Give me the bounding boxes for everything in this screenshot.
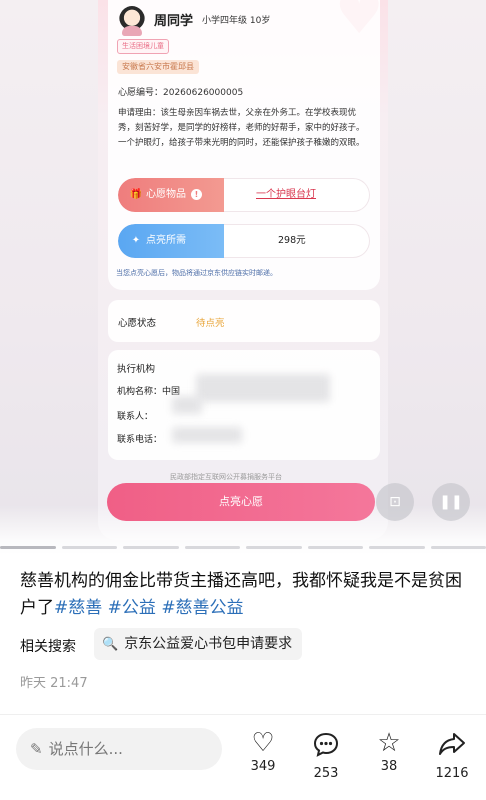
video-progress-bar[interactable]	[0, 546, 486, 549]
project-tag: 生活困境儿童	[117, 39, 169, 54]
contact-phone: 联系电话：	[117, 435, 163, 445]
favorite-count: 38	[380, 759, 398, 774]
post-time: 昨天 21:47	[20, 676, 88, 691]
progress-segment	[123, 546, 179, 549]
share-count: 1216	[435, 766, 469, 781]
price-value: 298元	[278, 235, 306, 246]
student-name: 周同学	[154, 14, 194, 29]
progress-segment	[184, 546, 240, 549]
related-search-chip[interactable]: 🔍 京东公益爱心书包申请要求	[94, 628, 303, 660]
comment-bubble-icon	[301, 728, 351, 765]
application-reason: 申请理由：该生母亲因车祸去世，父亲在外务工。在学校表现优秀，刻苦好学，是同学的好…	[118, 108, 365, 148]
light-up-wish-button[interactable]: 点亮心愿	[107, 483, 375, 521]
progress-segment	[369, 546, 425, 549]
star-icon: ☆	[377, 728, 401, 758]
redaction-blur	[196, 374, 330, 402]
info-icon: !	[191, 189, 202, 200]
hashtag[interactable]: #公益	[108, 598, 156, 618]
progress-segment	[0, 546, 56, 549]
screenshot-icon[interactable]: ⊡	[376, 483, 414, 521]
progress-segment	[307, 546, 363, 549]
organization-title: 执行机构	[117, 364, 156, 375]
wish-item-label-pill: 🎁 心愿物品!	[118, 178, 224, 212]
progress-segment	[246, 546, 302, 549]
price-row: ✦ 点亮所需 298元	[118, 224, 370, 258]
related-search-query: 京东公益爱心书包申请要求	[124, 636, 293, 652]
wish-item-row: 🎁 心愿物品! 一个护眼台灯	[118, 178, 370, 212]
delivery-note: 当您点亮心愿后，物品将通过京东供应链实时邮递。	[116, 269, 277, 277]
comment-input[interactable]: ✎ 说点什么...	[16, 728, 222, 770]
platform-note: 民政部指定互联网公开募捐服务平台	[170, 473, 282, 481]
heart-icon: ♡	[251, 728, 275, 758]
star-icon: ✦	[131, 235, 141, 246]
share-arrow-icon	[427, 728, 477, 765]
wish-number: 心愿编号：20260626000005	[118, 88, 244, 98]
hashtag[interactable]: #慈善公益	[161, 598, 243, 618]
like-button[interactable]: ♡ 349	[238, 728, 288, 774]
status-label: 心愿状态	[118, 318, 157, 329]
like-count: 349	[250, 759, 276, 774]
search-icon: 🔍	[102, 637, 119, 652]
redaction-blur	[172, 396, 202, 414]
divider	[0, 714, 486, 715]
avatar-body	[122, 26, 142, 36]
comment-placeholder: 说点什么...	[48, 740, 123, 758]
hashtag[interactable]: #慈善	[54, 598, 102, 618]
price-label: 点亮所需	[146, 235, 186, 246]
progress-segment	[430, 546, 486, 549]
organization-name: 机构名称：中国	[117, 387, 181, 397]
pencil-icon: ✎	[30, 740, 43, 758]
redaction-blur	[172, 427, 242, 443]
contact-person: 联系人：	[117, 412, 154, 422]
comment-button[interactable]: 253	[301, 728, 351, 781]
location-tag: 安徽省六安市霍邱县	[117, 60, 199, 74]
pause-icon[interactable]: ❚❚	[432, 483, 470, 521]
share-button[interactable]: 1216	[427, 728, 477, 781]
price-label-pill: ✦ 点亮所需	[118, 224, 224, 258]
related-search-label: 相关搜索	[20, 639, 76, 655]
favorite-button[interactable]: ☆ 38	[364, 728, 414, 774]
video-player[interactable]: ♥ 周同学 小学四年级 10岁 生活困境儿童 安徽省六安市霍邱县 心愿编号：20…	[0, 0, 486, 555]
progress-segment	[61, 546, 117, 549]
student-grade: 小学四年级 10岁	[202, 16, 271, 26]
wish-item-value: 一个护眼台灯	[256, 189, 316, 200]
comment-count: 253	[313, 766, 339, 781]
wish-item-label: 心愿物品	[146, 189, 186, 200]
gift-icon: 🎁	[129, 189, 143, 200]
post-caption: 慈善机构的佣金比带货主播还高吧，我都怀疑我是不是贫困户了#慈善 #公益 #慈善公…	[20, 568, 470, 622]
status-value: 待点亮	[196, 318, 225, 329]
